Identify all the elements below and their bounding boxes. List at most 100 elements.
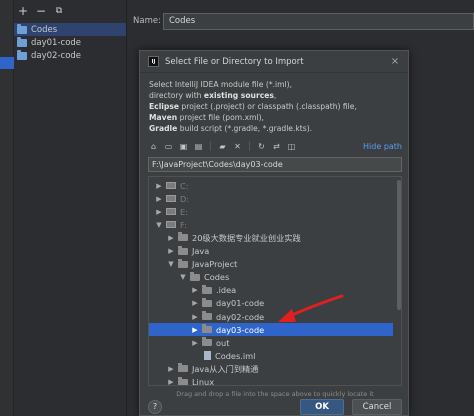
tree-row[interactable]: ▶ day03-code <box>149 323 393 337</box>
dialog-description: Select IntelliJ IDEA module file (*.iml)… <box>140 73 408 134</box>
left-strip-selection <box>0 57 14 69</box>
tree-row[interactable]: ▼ Codes <box>149 271 393 284</box>
refresh-icon[interactable]: ↻ <box>256 141 267 152</box>
remove-icon[interactable]: − <box>35 5 47 17</box>
tree-row-label: Java从入门到精通 <box>192 363 259 374</box>
module-list: Codes day01-code day02-code <box>14 23 126 62</box>
chevron-right-icon[interactable]: ▶ <box>191 313 199 321</box>
chevron-right-icon[interactable]: ▶ <box>191 286 199 294</box>
folder-icon <box>202 324 212 334</box>
tree-row-label: C: <box>180 180 189 191</box>
tree-row[interactable]: ▶ C: <box>149 179 393 192</box>
folder-icon <box>190 271 200 281</box>
toolbar-separator <box>249 141 250 151</box>
chevron-right-icon[interactable]: ▶ <box>191 299 199 307</box>
module-item-day02[interactable]: day02-code <box>14 49 126 62</box>
intellij-logo-icon: IJ <box>148 56 159 67</box>
help-button[interactable]: ? <box>148 400 162 414</box>
module-label: Codes <box>31 24 58 35</box>
chevron-down-icon[interactable]: ▼ <box>179 273 187 281</box>
drive-icon <box>166 195 176 203</box>
show-hidden-icon[interactable]: ◫ <box>286 141 297 152</box>
description-line: Maven project file (pom.xml), <box>149 113 264 122</box>
folder-icon <box>178 245 188 255</box>
file-tree[interactable]: ▶ C: ▶ D: ▶ E: ▼ F: ▶ 20级大数据专业就业创业实践 ▶ Java ▼ JavaPro… <box>148 176 402 386</box>
tree-row[interactable]: ▶ Java <box>149 245 393 258</box>
folder-icon <box>202 284 212 294</box>
tree-row-label: Codes.iml <box>215 350 256 361</box>
select-file-dialog: IJ Select File or Directory to Import × … <box>139 50 409 416</box>
tree-row[interactable]: ▼ JavaProject <box>149 258 393 271</box>
tree-row-label: F: <box>180 219 187 230</box>
tree-row[interactable]: ▶ Linux <box>149 376 393 385</box>
link-icon[interactable]: ⇄ <box>271 141 282 152</box>
tree-row-label: day02-code <box>216 311 265 322</box>
cancel-button[interactable]: Cancel <box>352 399 402 415</box>
desktop-icon[interactable]: ▭ <box>163 141 174 152</box>
tree-row[interactable]: ▶ 20级大数据专业就业创业实践 <box>149 231 393 244</box>
chevron-right-icon[interactable]: ▶ <box>155 182 163 190</box>
chevron-right-icon[interactable]: ▶ <box>191 339 199 347</box>
description-line: Select IntelliJ IDEA module file (*.iml)… <box>149 80 293 89</box>
module-panel: + − ⧉ Codes day01-code day02-code <box>14 0 127 416</box>
folder-icon <box>202 297 212 307</box>
tree-row[interactable]: ▶ day01-code <box>149 297 393 310</box>
tree-row-label: D: <box>180 193 190 204</box>
tree-row[interactable]: ▶ day02-code <box>149 310 393 323</box>
folder-icon <box>178 363 188 373</box>
tree-row-label: out <box>216 337 230 348</box>
chevron-down-icon[interactable]: ▼ <box>167 260 175 268</box>
module-icon[interactable]: ▤ <box>193 141 204 152</box>
tree-row[interactable]: ▶ .idea <box>149 284 393 297</box>
chevron-right-icon[interactable]: ▶ <box>167 378 175 385</box>
drive-icon <box>166 182 176 189</box>
tree-row[interactable]: ▶ D: <box>149 192 393 205</box>
hide-path-link[interactable]: Hide path <box>363 142 402 151</box>
tree-row-label: E: <box>180 206 188 217</box>
tree-row[interactable]: Codes.iml <box>149 349 393 362</box>
tree-row-label: Java <box>192 246 210 256</box>
home-icon[interactable]: ⌂ <box>148 141 159 152</box>
iml-file-icon <box>204 351 211 361</box>
dialog-title: Select File or Directory to Import <box>165 56 304 67</box>
tree-row-label: day01-code <box>216 298 265 309</box>
folder-icon <box>178 232 188 242</box>
folder-icon <box>202 337 212 347</box>
close-icon[interactable]: × <box>388 56 402 67</box>
add-icon[interactable]: + <box>17 5 29 17</box>
delete-icon[interactable]: ✕ <box>232 141 243 152</box>
copy-icon[interactable]: ⧉ <box>53 5 65 17</box>
ok-button[interactable]: OK <box>300 399 344 415</box>
chevron-right-icon[interactable]: ▶ <box>167 247 175 255</box>
tree-row[interactable]: ▶ Java从入门到精通 <box>149 362 393 375</box>
folder-icon <box>178 376 188 385</box>
chevron-right-icon[interactable]: ▶ <box>155 208 163 216</box>
tree-row-label: .idea <box>216 285 237 296</box>
tree-row-label: JavaProject <box>192 259 238 270</box>
dialog-title-bar: IJ Select File or Directory to Import × <box>140 51 408 73</box>
name-label: Name: <box>133 16 161 26</box>
tree-scrollbar[interactable] <box>397 180 401 310</box>
chevron-right-icon[interactable]: ▶ <box>155 195 163 203</box>
toolbar-separator <box>210 141 211 151</box>
tree-row[interactable]: ▼ F: <box>149 218 393 231</box>
chevron-down-icon[interactable]: ▼ <box>155 221 163 229</box>
description-line: Eclipse project (.project) or classpath … <box>149 102 357 111</box>
tree-row-label: day03-code <box>216 324 265 335</box>
chevron-right-icon[interactable]: ▶ <box>167 234 175 242</box>
chevron-right-icon[interactable]: ▶ <box>191 326 199 334</box>
left-tool-strip <box>0 0 14 416</box>
tree-row[interactable]: ▶ E: <box>149 205 393 218</box>
path-input[interactable]: F:\JavaProject\Codes\day03-code <box>148 157 402 172</box>
module-item-codes[interactable]: Codes <box>14 23 126 36</box>
folder-icon <box>17 36 27 47</box>
file-chooser-toolbar: ⌂ ▭ ▣ ▤ ▰ ✕ ↻ ⇄ ◫ Hide path <box>148 139 402 153</box>
drive-icon <box>166 221 176 229</box>
tree-row[interactable]: ▶ out <box>149 336 393 349</box>
module-item-day01[interactable]: day01-code <box>14 36 126 49</box>
project-icon[interactable]: ▣ <box>178 141 189 152</box>
new-folder-icon[interactable]: ▰ <box>217 141 228 152</box>
chevron-right-icon[interactable]: ▶ <box>167 365 175 373</box>
name-input[interactable]: Codes <box>163 13 474 30</box>
module-toolbar: + − ⧉ <box>14 0 126 22</box>
